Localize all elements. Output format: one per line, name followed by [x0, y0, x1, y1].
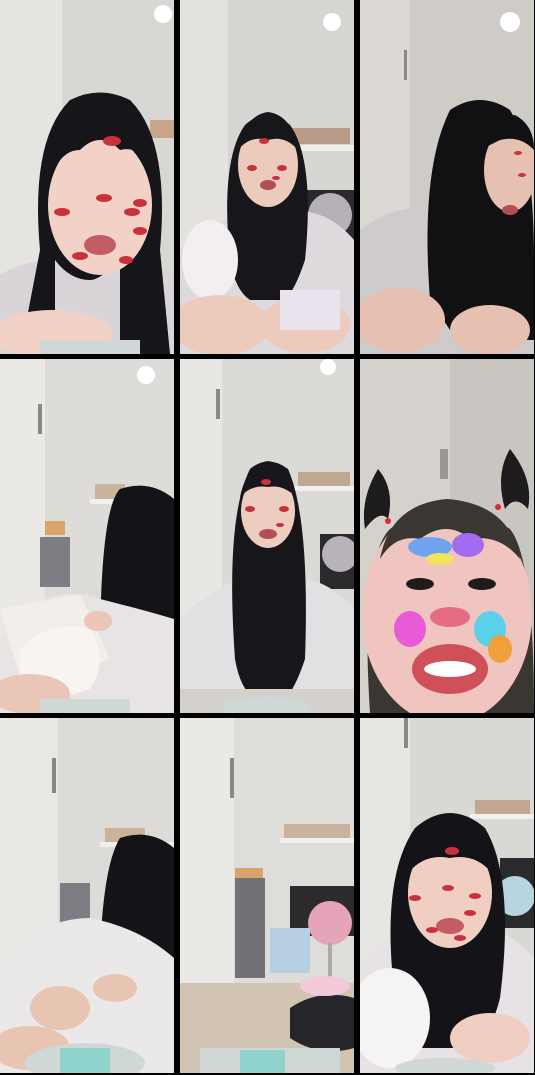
video-frame-6: [360, 359, 534, 713]
video-grid: [0, 0, 535, 1075]
video-frame-2: [180, 0, 354, 354]
video-frame-4: [0, 359, 174, 713]
frame-6-image: [360, 359, 534, 713]
video-frame-7: [0, 718, 174, 1073]
frame-8-image: [180, 718, 354, 1073]
frame-9-image: [360, 718, 534, 1073]
frame-4-image: [0, 359, 174, 713]
video-frame-8: [180, 718, 354, 1073]
frame-7-image: [0, 718, 174, 1073]
video-frame-3: [360, 0, 534, 354]
frame-1-image: [0, 0, 174, 354]
video-frame-9: [360, 718, 534, 1073]
frame-2-image: [180, 0, 354, 354]
frame-5-image: [180, 359, 354, 713]
video-frame-1: [0, 0, 174, 354]
video-frame-5: [180, 359, 354, 713]
frame-3-image: [360, 0, 534, 354]
